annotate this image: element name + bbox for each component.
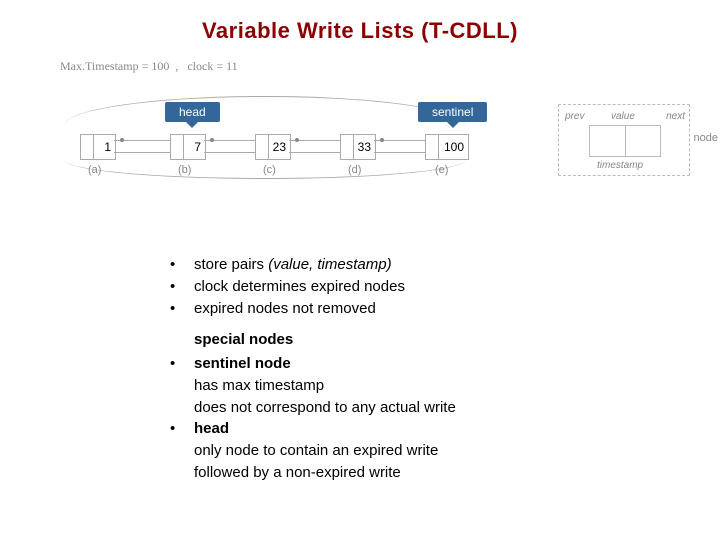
node-b-value: 7 [194,135,201,159]
node-e: 100 [425,134,469,160]
sentinel-callout: sentinel [418,102,487,122]
link-bc-bot [204,152,255,153]
node-e-label: (e) [435,164,448,176]
bullet-text: expired nodes not removed [194,298,720,320]
bullet-icon: • [170,298,194,320]
bullet-section: • store pairs (value, timestamp) • clock… [170,254,720,484]
legend-prev: prev [565,111,584,122]
node-d: 33 [340,134,376,160]
node-b: 7 [170,134,206,160]
node-a-value: 1 [104,135,111,159]
node-d-value: 33 [358,135,371,159]
bullet-icon: • [170,418,194,483]
legend-timestamp: timestamp [597,160,643,171]
node-b-label: (b) [178,164,191,176]
link-de-bot [374,152,425,153]
bullet-row: • store pairs (value, timestamp) [170,254,720,276]
legend-next: next [666,111,685,122]
bullet-line: does not correspond to any actual write [194,399,456,416]
bullet-row: • sentinel node has max timestamp does n… [170,353,720,418]
bullet-icon: • [170,353,194,418]
legend-box: prev value next timestamp [558,104,690,176]
node-a-label: (a) [88,164,101,176]
legend-node-box [589,125,661,157]
legend-node-label: node [694,132,718,144]
dot-bc [210,138,214,142]
node-c-value: 23 [273,135,286,159]
bullet-row: • clock determines expired nodes [170,276,720,298]
max-ts-label: Max.Timestamp [60,59,139,73]
head-callout: head [165,102,220,122]
link-ab-bot [114,152,170,153]
bullet-line: only node to contain an expired write [194,442,438,459]
bullet-line: has max timestamp [194,377,324,394]
dot-de [380,138,384,142]
node-a: 1 [80,134,116,160]
clock-label: clock [187,59,213,73]
bullet-lead: sentinel node [194,355,291,372]
bullet-text: store pairs [194,256,268,273]
legend-value: value [611,111,635,122]
dot-cd [295,138,299,142]
bullet-lead: head [194,420,229,437]
max-ts-value: 100 [151,59,169,73]
page-title: Variable Write Lists (T-CDLL) [0,18,720,44]
bullet-icon: • [170,254,194,276]
bullet-row: • expired nodes not removed [170,298,720,320]
diagram-meta: Max.Timestamp = 100, clock = 11 [60,59,238,74]
bullet-text: clock determines expired nodes [194,276,720,298]
list-arc-top [65,96,465,125]
node-d-label: (d) [348,164,361,176]
dot-ab [120,138,124,142]
bullet-row: • head only node to contain an expired w… [170,418,720,483]
bullet-ital: (value, timestamp) [268,256,391,273]
bullet-line: followed by a non-expired write [194,464,401,481]
node-e-value: 100 [444,135,464,159]
node-c: 23 [255,134,291,160]
clock-value: 11 [226,59,238,73]
link-cd-bot [289,152,340,153]
diagram-area: Max.Timestamp = 100, clock = 11 1 (a) 7 … [30,84,690,224]
node-c-label: (c) [263,164,276,176]
bullet-icon: • [170,276,194,298]
subheading: special nodes [194,329,720,351]
